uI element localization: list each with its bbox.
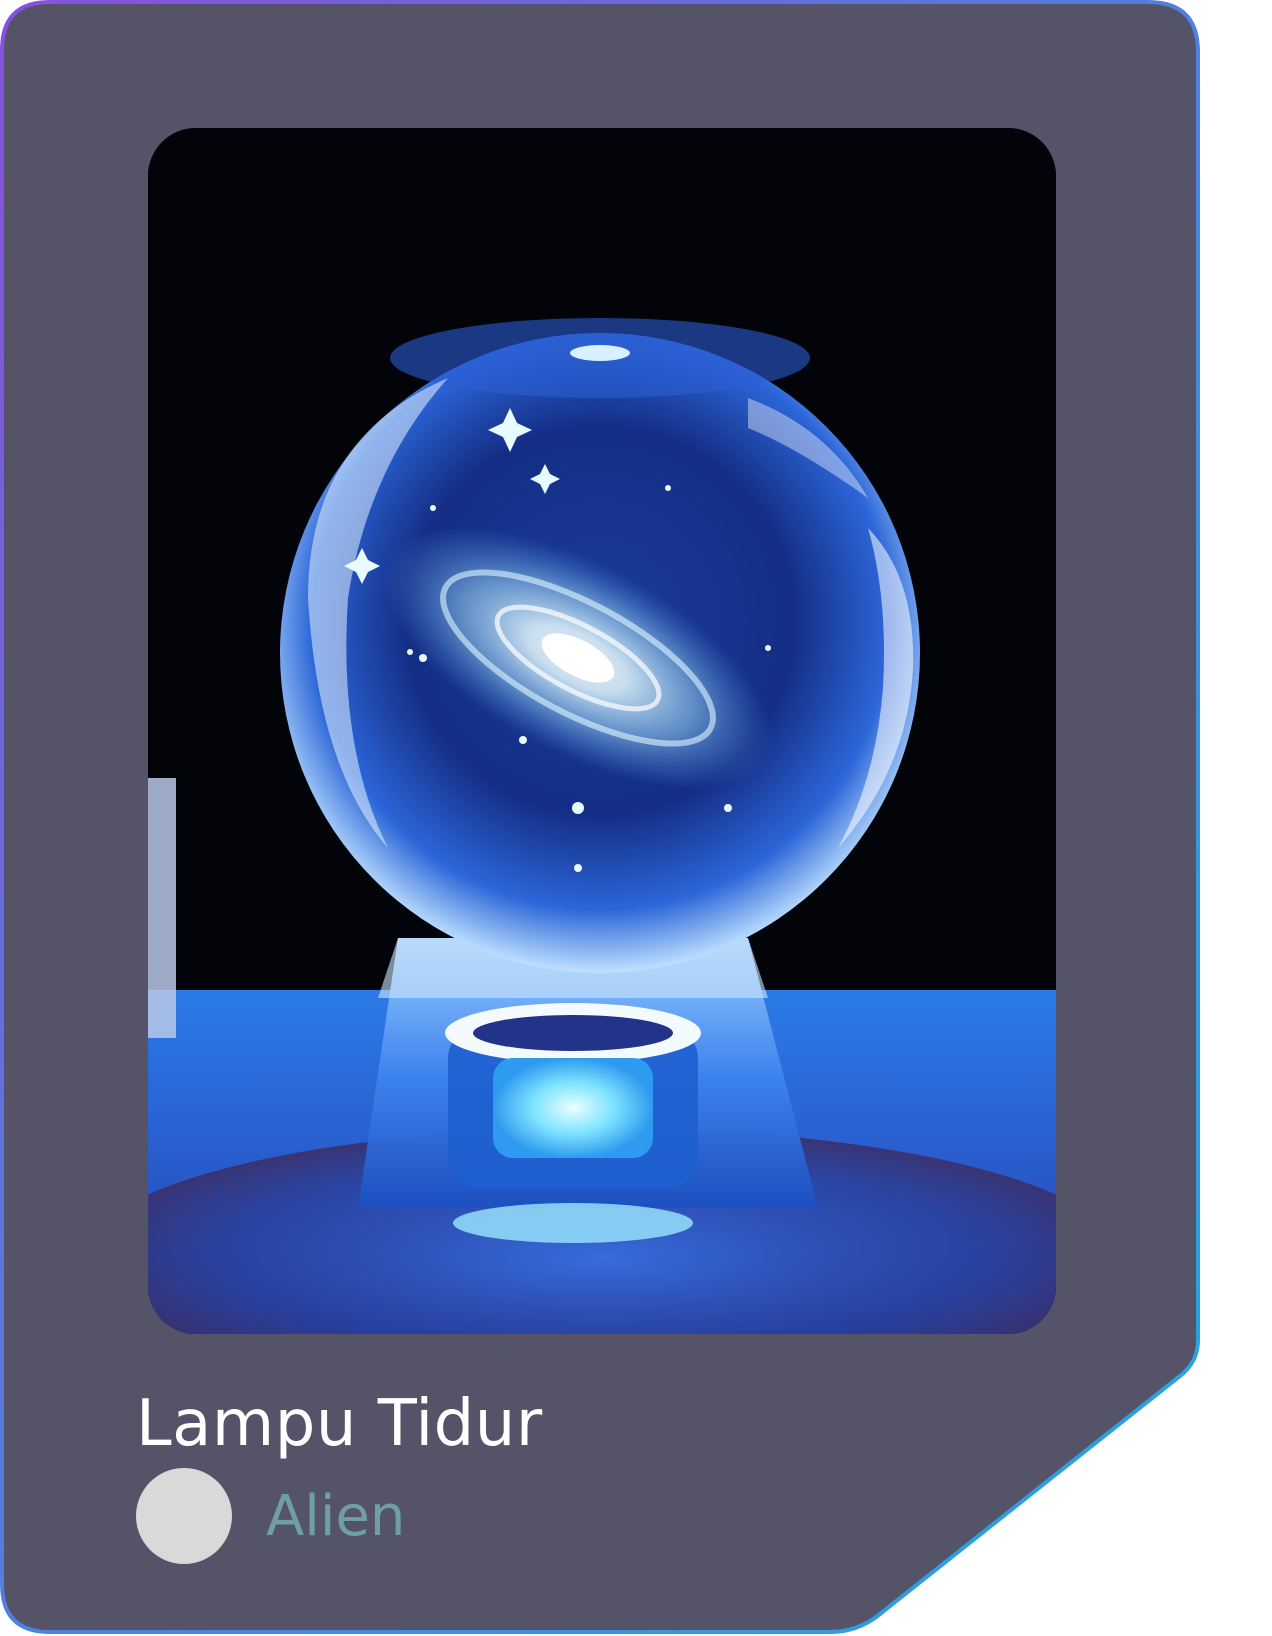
author-row[interactable]: Alien [136, 1468, 405, 1564]
product-card[interactable]: Lampu Tidur Alien [0, 0, 1202, 1636]
product-image[interactable] [148, 128, 1056, 1334]
crystal-galaxy-ball-lamp-icon [148, 128, 1056, 1334]
author-name[interactable]: Alien [266, 1484, 405, 1549]
product-title[interactable]: Lampu Tidur [136, 1384, 543, 1464]
avatar[interactable] [136, 1468, 232, 1564]
